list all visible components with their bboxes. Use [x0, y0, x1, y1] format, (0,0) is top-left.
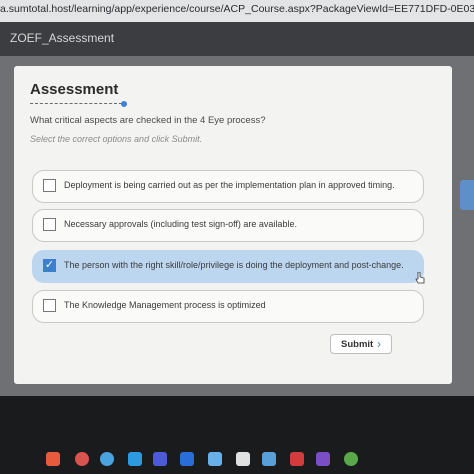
option-2[interactable]: Necessary approvals (including test sign… [32, 209, 424, 242]
checkbox-icon[interactable] [43, 299, 56, 312]
checkbox-checked-icon[interactable]: ✓ [43, 259, 56, 272]
option-3[interactable]: ✓ The person with the right skill/role/p… [32, 250, 424, 283]
course-title-bar: ZOEF_Assessment [0, 22, 474, 56]
address-bar[interactable]: a.sumtotal.host/learning/app/experience/… [0, 0, 474, 22]
option-label: Necessary approvals (including test sign… [64, 219, 297, 229]
chevron-right-icon: › [377, 337, 381, 351]
submit-button[interactable]: Submit › [330, 334, 392, 354]
progress-indicator [30, 101, 127, 107]
submit-label: Submit [341, 339, 374, 350]
calendar-icon[interactable] [262, 452, 276, 466]
option-1[interactable]: Deployment is being carried out as per t… [32, 170, 424, 203]
url-text: a.sumtotal.host/learning/app/experience/… [0, 3, 474, 15]
course-title: ZOEF_Assessment [10, 31, 115, 45]
option-4[interactable]: The Knowledge Management process is opti… [32, 290, 424, 323]
onedrive-icon[interactable] [208, 452, 222, 466]
onenote-icon[interactable] [316, 452, 330, 466]
instruction-text: Select the correct options and click Sub… [30, 134, 203, 144]
side-panel-tab[interactable] [460, 180, 474, 210]
checkbox-icon[interactable] [43, 179, 56, 192]
hand-cursor-icon [415, 272, 425, 284]
checkbox-icon[interactable] [43, 218, 56, 231]
option-label: The person with the right skill/role/pri… [64, 260, 404, 270]
chrome-icon[interactable] [344, 452, 358, 466]
option-label: Deployment is being carried out as per t… [64, 180, 395, 190]
assessment-heading: Assessment [30, 81, 119, 98]
teams-icon[interactable] [153, 452, 167, 466]
progress-track [30, 103, 122, 104]
store-icon[interactable] [236, 452, 250, 466]
app-icon[interactable] [46, 452, 60, 466]
acrobat-icon[interactable] [290, 452, 304, 466]
option-label: The Knowledge Management process is opti… [64, 300, 266, 310]
notification-badge-icon[interactable] [75, 452, 89, 466]
question-text: What critical aspects are checked in the… [30, 115, 266, 126]
outlook-icon[interactable] [180, 452, 194, 466]
progress-dot [121, 101, 127, 107]
edge-icon[interactable] [128, 452, 142, 466]
chrome-icon[interactable] [100, 452, 114, 466]
